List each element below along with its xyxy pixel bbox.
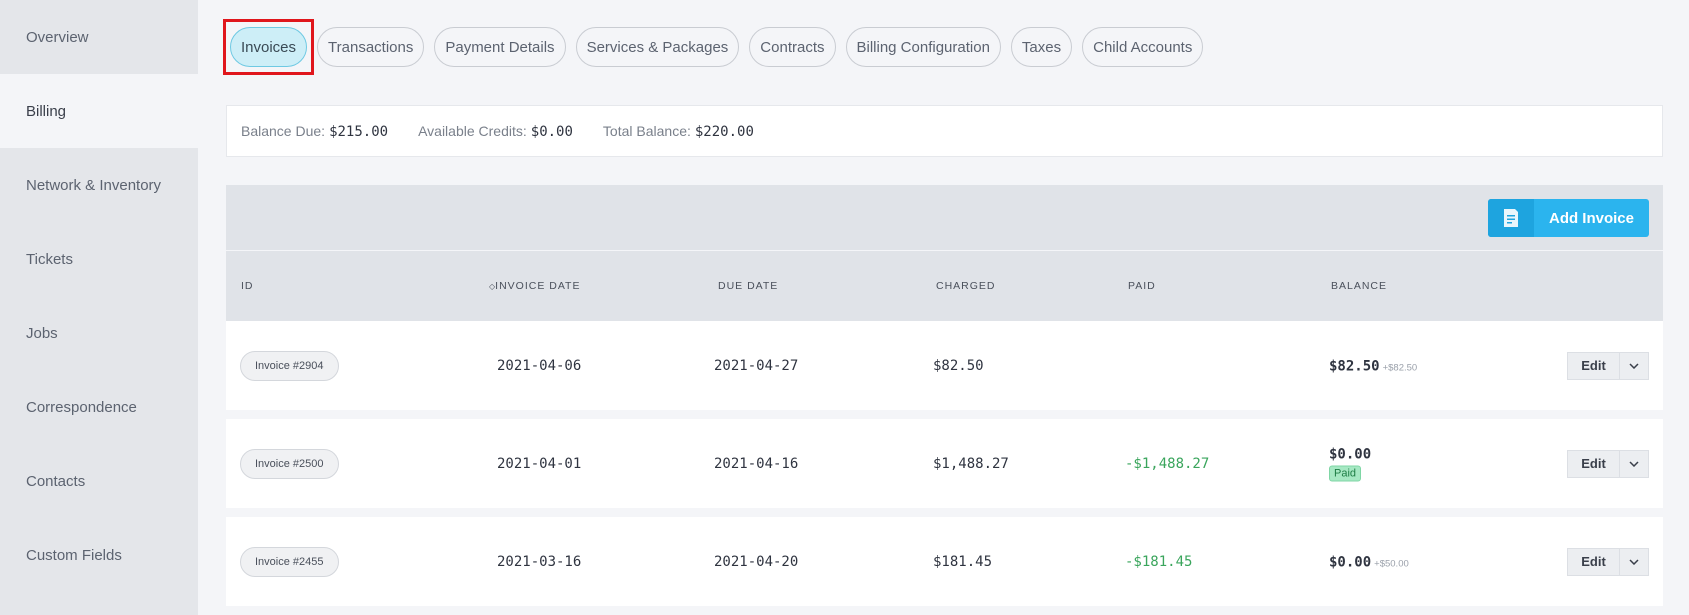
available-credits-label: Available Credits: — [418, 122, 527, 139]
table-row: Invoice #2500 2021-04-01 2021-04-16 $1,4… — [226, 419, 1663, 508]
chevron-down-icon[interactable] — [1620, 547, 1649, 576]
tab-payment-details[interactable]: Payment Details — [434, 27, 566, 67]
table-row: Invoice #2904 2021-04-06 2021-04-27 $82.… — [226, 321, 1663, 410]
charged-amount: $82.50 — [933, 357, 984, 374]
total-balance-label: Total Balance: — [602, 122, 691, 139]
sidebar-item-overview[interactable]: Overview — [0, 0, 198, 74]
tab-taxes[interactable]: Taxes — [1010, 27, 1073, 67]
table-row: Invoice #2455 2021-03-16 2021-04-20 $181… — [226, 517, 1663, 606]
header-invoice-date-label: INVOICE DATE — [495, 280, 581, 292]
header-charged[interactable]: CHARGED — [936, 280, 996, 292]
main-content: Invoices Transactions Payment Details Se… — [198, 0, 1689, 615]
tab-billing-configuration[interactable]: Billing Configuration — [845, 27, 1001, 67]
invoice-id-pill[interactable]: Invoice #2904 — [240, 350, 339, 381]
billing-tabs: Invoices Transactions Payment Details Se… — [230, 27, 1204, 67]
tab-contracts[interactable]: Contracts — [749, 27, 836, 67]
balance-adjustment: +$82.50 — [1382, 362, 1418, 373]
header-id[interactable]: ID — [241, 280, 254, 292]
tab-invoices[interactable]: Invoices — [230, 27, 308, 67]
paid-amount: -$181.45 — [1125, 553, 1193, 570]
tab-child-accounts[interactable]: Child Accounts — [1082, 27, 1204, 67]
table-toolbar: Add Invoice — [226, 185, 1663, 251]
status-badge: Paid — [1329, 465, 1362, 481]
invoices-table: Add Invoice ID ◇INVOICE DATE DUE DATE CH… — [226, 185, 1663, 615]
header-balance[interactable]: BALANCE — [1331, 280, 1387, 292]
tab-transactions[interactable]: Transactions — [317, 27, 425, 67]
available-credits: Available Credits: $0.00 — [418, 123, 573, 140]
sidebar-item-contacts[interactable]: Contacts — [0, 444, 198, 518]
charged-amount: $181.45 — [933, 553, 993, 570]
sidebar-item-network-inventory[interactable]: Network & Inventory — [0, 148, 198, 222]
balance-due: Balance Due: $215.00 — [241, 123, 388, 140]
invoice-icon — [1488, 199, 1534, 237]
edit-button[interactable]: Edit — [1567, 547, 1620, 576]
row-actions: Edit — [1567, 449, 1649, 478]
header-invoice-date[interactable]: ◇INVOICE DATE — [489, 280, 580, 292]
balance-due-label: Balance Due: — [241, 122, 326, 139]
balance-amount: $82.50 — [1329, 358, 1380, 374]
sidebar-item-jobs[interactable]: Jobs — [0, 296, 198, 370]
row-actions: Edit — [1567, 547, 1649, 576]
balance-cell: $0.00 Paid — [1329, 446, 1371, 481]
add-invoice-label: Add Invoice — [1548, 209, 1634, 227]
invoice-date: 2021-04-06 — [497, 357, 582, 374]
balance-cell: $82.50 +$82.50 — [1329, 357, 1417, 374]
due-date: 2021-04-16 — [714, 455, 799, 472]
tab-services-packages[interactable]: Services & Packages — [575, 27, 740, 67]
edit-button[interactable]: Edit — [1567, 449, 1620, 478]
balance-summary: Balance Due: $215.00 Available Credits: $0… — [226, 105, 1663, 157]
balance-due-value: $215.00 — [329, 123, 389, 140]
paid-amount: -$1,488.27 — [1125, 455, 1210, 472]
sidebar-item-billing[interactable]: Billing — [0, 74, 198, 148]
sidebar: Overview Billing Network & Inventory Tic… — [0, 0, 198, 615]
total-balance-value: $220.00 — [694, 123, 754, 140]
due-date: 2021-04-27 — [714, 357, 799, 374]
edit-button[interactable]: Edit — [1567, 351, 1620, 380]
table-header: ID ◇INVOICE DATE DUE DATE CHARGED PAID B… — [226, 251, 1663, 321]
invoice-id-pill[interactable]: Invoice #2455 — [240, 546, 339, 577]
total-balance: Total Balance: $220.00 — [603, 123, 754, 140]
invoice-date: 2021-03-16 — [497, 553, 582, 570]
balance-amount: $0.00 — [1329, 554, 1372, 570]
charged-amount: $1,488.27 — [933, 455, 1009, 472]
available-credits-value: $0.00 — [530, 123, 573, 140]
invoice-id-pill[interactable]: Invoice #2500 — [240, 448, 339, 479]
due-date: 2021-04-20 — [714, 553, 799, 570]
balance-cell: $0.00 +$50.00 — [1329, 553, 1409, 570]
row-actions: Edit — [1567, 351, 1649, 380]
add-invoice-button[interactable]: Add Invoice — [1488, 199, 1649, 237]
sidebar-item-tickets[interactable]: Tickets — [0, 222, 198, 296]
invoice-date: 2021-04-01 — [497, 455, 582, 472]
header-paid[interactable]: PAID — [1128, 280, 1156, 292]
chevron-down-icon[interactable] — [1620, 351, 1649, 380]
header-due-date[interactable]: DUE DATE — [718, 280, 778, 292]
sidebar-item-correspondence[interactable]: Correspondence — [0, 370, 198, 444]
chevron-down-icon[interactable] — [1620, 449, 1649, 478]
sidebar-item-custom-fields[interactable]: Custom Fields — [0, 518, 198, 592]
balance-amount: $0.00 — [1329, 446, 1372, 462]
balance-adjustment: +$50.00 — [1374, 558, 1409, 569]
